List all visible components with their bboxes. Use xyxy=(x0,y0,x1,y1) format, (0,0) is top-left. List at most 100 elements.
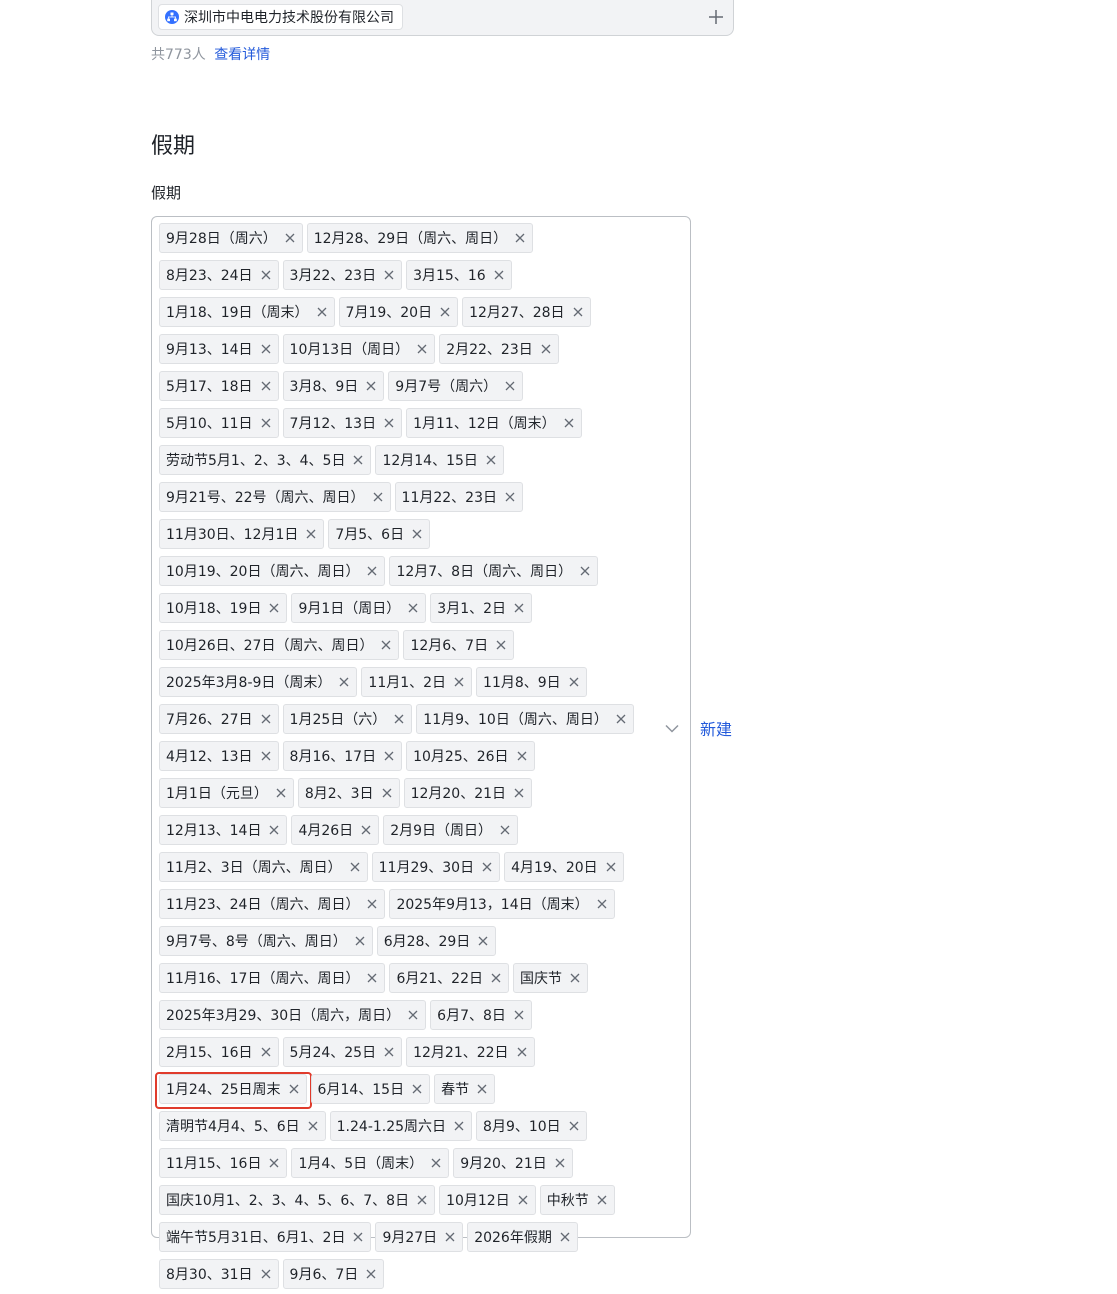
holiday-tag[interactable]: 11月29、30日 xyxy=(371,852,501,882)
close-icon[interactable] xyxy=(597,1195,607,1205)
close-icon[interactable] xyxy=(478,936,488,946)
close-icon[interactable] xyxy=(269,603,279,613)
holiday-tag[interactable]: 8月30、31日 xyxy=(159,1259,279,1289)
close-icon[interactable] xyxy=(431,1158,441,1168)
holiday-tag[interactable]: 9月6、7日 xyxy=(282,1259,385,1289)
holiday-tag[interactable]: 1月18、19日（周末） xyxy=(159,297,335,327)
close-icon[interactable] xyxy=(382,788,392,798)
close-icon[interactable] xyxy=(384,418,394,428)
holiday-tag[interactable]: 11月8、9日 xyxy=(476,667,587,697)
holiday-tag[interactable]: 9月21号、22号（周六、周日） xyxy=(159,482,391,512)
holiday-tag[interactable]: 9月27日 xyxy=(375,1222,464,1252)
holiday-tag[interactable]: 中秋节 xyxy=(539,1185,615,1215)
close-icon[interactable] xyxy=(384,751,394,761)
close-icon[interactable] xyxy=(417,344,427,354)
close-icon[interactable] xyxy=(417,1195,427,1205)
close-icon[interactable] xyxy=(276,788,286,798)
close-icon[interactable] xyxy=(491,973,501,983)
close-icon[interactable] xyxy=(517,751,527,761)
holiday-tag[interactable]: 3月1、2日 xyxy=(430,593,533,623)
add-organization-button[interactable] xyxy=(705,6,727,28)
close-icon[interactable] xyxy=(361,825,371,835)
close-icon[interactable] xyxy=(606,862,616,872)
holiday-tag[interactable]: 3月22、23日 xyxy=(282,260,403,290)
holiday-tag[interactable]: 劳动节5月1、2、3、4、5日 xyxy=(159,445,372,475)
holiday-tag[interactable]: 12月14、15日 xyxy=(375,445,504,475)
holiday-tag[interactable]: 11月23、24日（周六、周日） xyxy=(159,889,386,919)
close-icon[interactable] xyxy=(412,529,422,539)
close-icon[interactable] xyxy=(366,381,376,391)
holiday-tag[interactable]: 8月23、24日 xyxy=(159,260,279,290)
close-icon[interactable] xyxy=(564,418,574,428)
holiday-tag[interactable]: 5月10、11日 xyxy=(159,408,279,438)
close-icon[interactable] xyxy=(381,640,391,650)
close-icon[interactable] xyxy=(454,677,464,687)
close-icon[interactable] xyxy=(573,307,583,317)
close-icon[interactable] xyxy=(597,899,607,909)
holiday-tag[interactable]: 2025年9月13，14日（周末） xyxy=(389,889,615,919)
holiday-tag[interactable]: 1月25日（六） xyxy=(282,704,413,734)
holiday-tag[interactable]: 6月7、8日 xyxy=(430,1000,532,1030)
close-icon[interactable] xyxy=(355,936,365,946)
close-icon[interactable] xyxy=(486,455,496,465)
holiday-tag[interactable]: 7月19、20日 xyxy=(338,297,459,327)
holiday-tag[interactable]: 4月12、13日 xyxy=(159,741,279,771)
holiday-tag[interactable]: 11月15、16日 xyxy=(159,1148,288,1178)
close-icon[interactable] xyxy=(569,1121,579,1131)
view-details-link[interactable]: 查看详情 xyxy=(214,47,270,63)
holiday-tag[interactable]: 10月26日、27日（周六、周日） xyxy=(159,630,400,660)
close-icon[interactable] xyxy=(289,1084,299,1094)
close-icon[interactable] xyxy=(339,677,349,687)
holiday-tag[interactable]: 12月27、28日 xyxy=(462,297,591,327)
close-icon[interactable] xyxy=(496,640,506,650)
holiday-tag[interactable]: 9月1日（周日） xyxy=(291,593,427,623)
close-icon[interactable] xyxy=(616,714,626,724)
close-icon[interactable] xyxy=(494,270,504,280)
holiday-tag[interactable]: 清明节4月4、5、6日 xyxy=(159,1111,326,1141)
close-icon[interactable] xyxy=(514,603,524,613)
holiday-tag[interactable]: 4月26日 xyxy=(291,815,380,845)
holiday-tag[interactable]: 10月13日（周日） xyxy=(282,334,436,364)
close-icon[interactable] xyxy=(500,825,510,835)
holiday-tag[interactable]: 6月21、22日 xyxy=(389,963,509,993)
close-icon[interactable] xyxy=(261,270,271,280)
holiday-tag[interactable]: 12月7、8日（周六、周日） xyxy=(389,556,599,586)
close-icon[interactable] xyxy=(555,1158,565,1168)
close-icon[interactable] xyxy=(367,899,377,909)
close-icon[interactable] xyxy=(440,307,450,317)
close-icon[interactable] xyxy=(373,492,383,502)
holiday-tag[interactable]: 9月20、21日 xyxy=(453,1148,573,1178)
holiday-tag[interactable]: 9月13、14日 xyxy=(159,334,279,364)
holiday-tag[interactable]: 国庆10月1、2、3、4、5、6、7、8日 xyxy=(159,1185,436,1215)
close-icon[interactable] xyxy=(517,1047,527,1057)
close-icon[interactable] xyxy=(269,825,279,835)
close-icon[interactable] xyxy=(394,714,404,724)
new-button[interactable]: 新建 xyxy=(700,716,732,740)
close-icon[interactable] xyxy=(482,862,492,872)
close-icon[interactable] xyxy=(306,529,316,539)
holiday-tag[interactable]: 2025年3月8-9日（周末） xyxy=(159,667,358,697)
holiday-tag[interactable]: 7月26、27日 xyxy=(159,704,279,734)
close-icon[interactable] xyxy=(353,455,363,465)
holiday-tag[interactable]: 12月21、22日 xyxy=(406,1037,535,1067)
close-icon[interactable] xyxy=(569,677,579,687)
holiday-tag[interactable]: 3月8、9日 xyxy=(282,371,385,401)
holiday-tag[interactable]: 9月7号（周六） xyxy=(388,371,524,401)
close-icon[interactable] xyxy=(560,1232,570,1242)
holiday-tag[interactable]: 8月9、10日 xyxy=(476,1111,587,1141)
close-icon[interactable] xyxy=(366,1269,376,1279)
holiday-tag[interactable]: 12月28、29日（周六、周日） xyxy=(306,223,534,253)
holiday-tag[interactable]: 5月17、18日 xyxy=(159,371,279,401)
holiday-tag[interactable]: 3月15、16 xyxy=(406,260,512,290)
chevron-down-icon[interactable] xyxy=(664,720,680,736)
close-icon[interactable] xyxy=(408,1010,418,1020)
close-icon[interactable] xyxy=(261,751,271,761)
holiday-tag[interactable]: 1月4、5日（周末） xyxy=(291,1148,450,1178)
holiday-tag[interactable]: 春节 xyxy=(434,1074,496,1104)
holiday-tag[interactable]: 12月6、7日 xyxy=(403,630,515,660)
close-icon[interactable] xyxy=(269,1158,279,1168)
close-icon[interactable] xyxy=(261,344,271,354)
holiday-tag[interactable]: 2月22、23日 xyxy=(439,334,559,364)
holiday-multiselect[interactable]: 9月28日（周六） 12月28、29日（周六、周日） 8月23、24日 3月22、23… xyxy=(151,216,691,1289)
close-icon[interactable] xyxy=(570,973,580,983)
